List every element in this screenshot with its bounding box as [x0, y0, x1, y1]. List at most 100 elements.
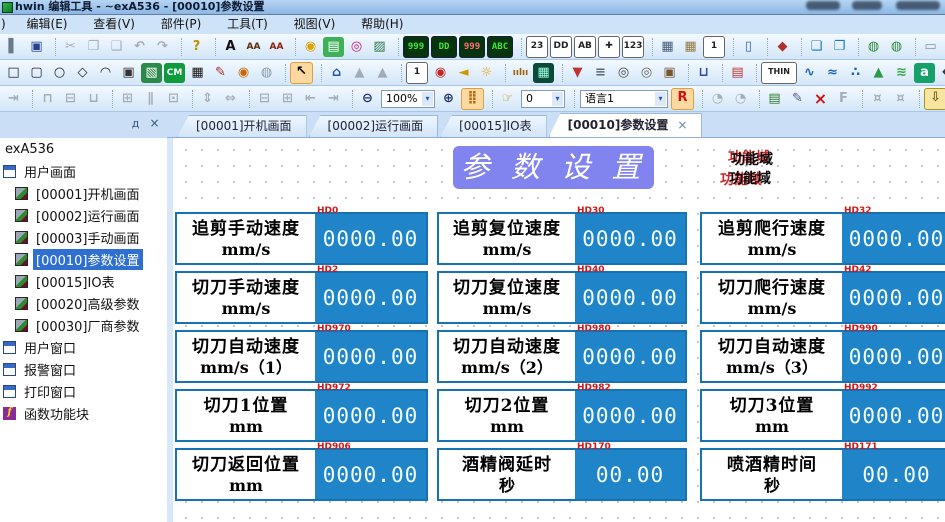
qrcode-tool-icon[interactable]: ▦ [187, 63, 208, 83]
picture-tool-icon[interactable]: ▧ [141, 63, 162, 83]
compile-icon[interactable]: ⇩ [924, 88, 945, 110]
param-box[interactable]: 切刀爬行速度mm/sHD420000.00 [700, 271, 945, 324]
param-value-display[interactable]: HD17100.00 [842, 450, 945, 499]
data-input-icon[interactable]: DD [550, 36, 572, 58]
tree-item-screen-00003[interactable]: [00003]手动画面 [0, 226, 167, 248]
tree-item-user-window[interactable]: 用户窗口 [0, 336, 167, 358]
tree-item-screen-00001[interactable]: [00001]开机画面 [0, 182, 167, 204]
polygon-tool-icon[interactable]: ◇ [72, 63, 93, 83]
tree-item-print-window[interactable]: 打印窗口 [0, 380, 167, 402]
param-value-display[interactable]: HD9820000.00 [575, 391, 685, 440]
plain-rect-icon[interactable]: ▭ [920, 37, 941, 57]
param-box[interactable]: 切刀手动速度mm/sHD20000.00 [175, 271, 428, 324]
function-area-label-1[interactable]: 功能域功能域 [731, 151, 773, 169]
tree-root[interactable]: exA536 [0, 138, 167, 160]
level-meter-icon[interactable]: ⊔ [693, 63, 714, 83]
param-box[interactable]: 追剪手动速度mm/sHD00000.00 [175, 212, 428, 265]
tree-item-screen-00030[interactable]: [00030]厂商参数 [0, 314, 167, 336]
datasheet-icon[interactable]: a [914, 63, 935, 83]
tab-00010-params-active[interactable]: [00010]参数设置× [549, 113, 703, 137]
param-value-display[interactable]: HD300000.00 [575, 214, 685, 263]
menu-item-clipped[interactable]: ) [0, 15, 12, 34]
paint-tool-icon[interactable]: ✎ [210, 63, 231, 83]
param-box[interactable]: 切刀1位置mmHD9720000.00 [175, 389, 428, 442]
language-select[interactable]: 语言1▾ [580, 90, 668, 108]
param-value-display[interactable]: HD20000.00 [315, 273, 426, 322]
trend-chart-icon[interactable]: ∿ [799, 63, 820, 83]
param-value-display[interactable]: HD9060000.00 [315, 450, 426, 499]
param-box[interactable]: 切刀返回位置mmHD9060000.00 [175, 448, 428, 501]
numeric-keypad-icon[interactable]: 123 [622, 36, 644, 58]
param-box[interactable]: 切刀复位速度mm/sHD400000.00 [437, 271, 687, 324]
recipe-doc-icon[interactable]: ▤ [727, 63, 748, 83]
tree-group-user-screens[interactable]: 用户画面 [0, 160, 167, 182]
rounded-rect-tool-icon[interactable]: ▢ [26, 63, 47, 83]
thin-client-icon[interactable]: THIN [761, 62, 797, 84]
machine-icon[interactable]: ▣ [659, 63, 680, 83]
ship-icon[interactable]: ◆ [772, 37, 793, 57]
meter-picture-icon[interactable]: ▦ [533, 63, 554, 83]
param-value-display[interactable]: HD9700000.00 [315, 332, 426, 381]
globe-upload-icon[interactable]: ◍ [886, 37, 907, 57]
param-box[interactable]: 酒精阀延时秒HD17000.00 [437, 448, 687, 501]
calendar-icon[interactable]: 1 [406, 62, 428, 84]
param-value-display[interactable]: HD9920000.00 [842, 391, 945, 440]
browser-icon[interactable]: ◍ [256, 63, 277, 83]
cross-switch-icon[interactable]: ✚ [598, 36, 620, 58]
chevron-down-icon[interactable]: ▾ [655, 92, 666, 106]
param-value-display[interactable]: HD320000.00 [842, 214, 945, 263]
param-value-display[interactable]: HD9720000.00 [315, 391, 426, 440]
digital-display-icon[interactable]: 999 [403, 36, 429, 58]
save-icon[interactable]: ▣ [26, 37, 47, 57]
state-select[interactable]: 0▾ [521, 90, 565, 108]
param-value-display[interactable]: HD400000.00 [575, 273, 685, 322]
param-box[interactable]: 切刀自动速度mm/s（1）HD9700000.00 [175, 330, 428, 383]
static-text-icon[interactable]: A [220, 37, 241, 57]
tree-item-screen-00015[interactable]: [00015]IO表 [0, 270, 167, 292]
lamp-icon[interactable]: ◉ [300, 37, 321, 57]
motor2-icon[interactable]: ◎ [636, 63, 657, 83]
grid-toggle-button[interactable]: ⣿ [461, 88, 484, 110]
multi-trend-icon[interactable]: ≋ [891, 63, 912, 83]
param-box[interactable]: 切刀2位置mmHD9820000.00 [437, 389, 687, 442]
clipped-icon-fragment[interactable]: ▌ [3, 37, 24, 57]
numeric-input-icon[interactable]: 23 [526, 36, 548, 58]
motor-icon[interactable]: ◎ [613, 63, 634, 83]
brightness-icon[interactable]: ☼ [476, 63, 497, 83]
function-area-label-2[interactable]: 功能域功能域 [729, 170, 771, 188]
tab-close-icon[interactable]: × [677, 118, 687, 132]
menu-edit[interactable]: 编辑(E) [16, 15, 79, 34]
r-toggle-button[interactable]: R [671, 88, 694, 110]
tab-00015-io[interactable]: [00015]IO表 [440, 115, 547, 137]
keyboard2-icon[interactable]: ▦ [680, 37, 701, 57]
house-icon[interactable]: ⌂ [326, 63, 347, 83]
param-box[interactable]: 喷酒精时间秒HD17100.00 [700, 448, 945, 501]
help-icon[interactable]: ? [186, 37, 207, 57]
valve-icon[interactable]: ▤ [323, 37, 344, 57]
screen-title-block[interactable]: 参 数 设 置 [453, 146, 654, 189]
color-ball-icon[interactable]: ◉ [233, 63, 254, 83]
pin-icon[interactable]: д [128, 116, 143, 131]
param-value-display[interactable]: HD17000.00 [575, 450, 685, 499]
param-value-display[interactable]: HD9900000.00 [842, 332, 945, 381]
tree-item-screen-00002[interactable]: [00002]运行画面 [0, 204, 167, 226]
pointer-tool-icon[interactable]: ↖ [290, 62, 313, 84]
menu-help[interactable]: 帮助(H) [350, 15, 414, 34]
button-1-icon[interactable]: 1 [703, 36, 725, 58]
param-box[interactable]: 追剪复位速度mm/sHD300000.00 [437, 212, 687, 265]
param-box[interactable]: 切刀3位置mmHD9920000.00 [700, 389, 945, 442]
pick-hand-icon[interactable]: ☞ [497, 89, 518, 109]
param-box[interactable]: 追剪爬行速度mm/sHD320000.00 [700, 212, 945, 265]
screen-jump-icon[interactable]: ❏ [806, 37, 827, 57]
tab-00002-run[interactable]: [00002]运行画面 [309, 115, 439, 137]
delete-screen-icon[interactable]: × [810, 89, 831, 109]
return-icon[interactable]: ↵ [937, 63, 945, 83]
menu-tools[interactable]: 工具(T) [216, 15, 279, 34]
arc-tool-icon[interactable]: ◠ [95, 63, 116, 83]
area-chart-icon[interactable]: ▲ [868, 63, 889, 83]
cm-component-icon[interactable]: CM [164, 63, 185, 83]
frame-tool-icon[interactable]: ▣ [118, 63, 139, 83]
param-box[interactable]: 切刀自动速度mm/s（2）HD9800000.00 [437, 330, 687, 383]
scatter-chart-icon[interactable]: ∴ [845, 63, 866, 83]
tab-00001-startup[interactable]: [00001]开机画面 [177, 115, 307, 137]
